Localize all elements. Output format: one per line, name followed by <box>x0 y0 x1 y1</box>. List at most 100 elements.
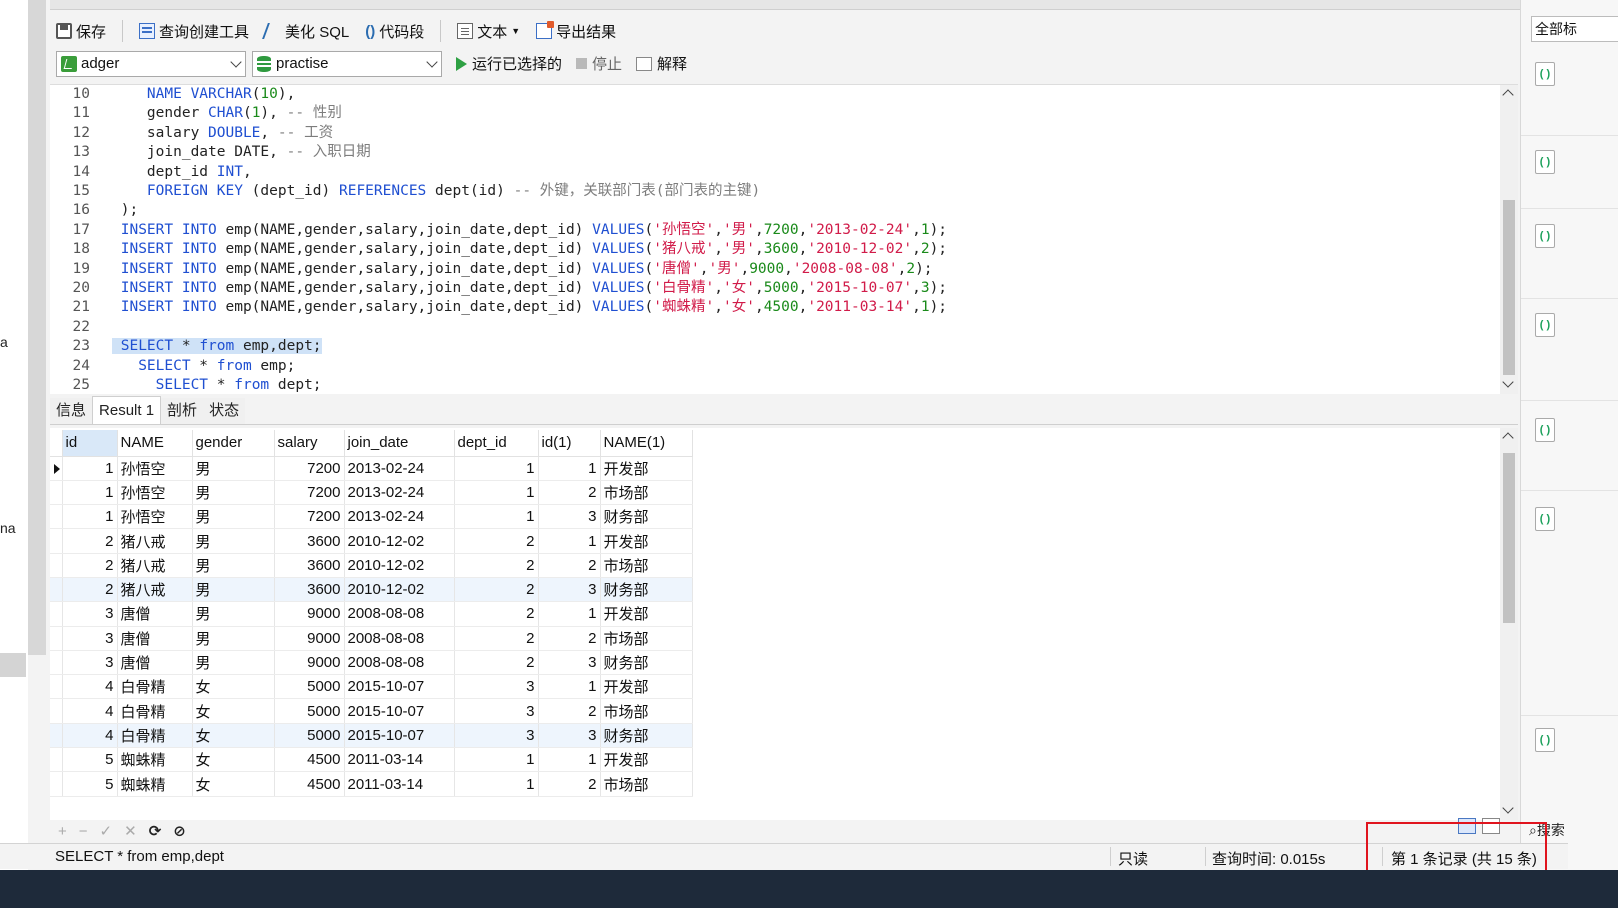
table-cell[interactable]: 2008-08-08 <box>344 650 455 676</box>
code-line[interactable]: 12 salary DOUBLE, -- 工资 <box>50 124 1500 143</box>
table-cell[interactable]: 5000 <box>274 723 345 749</box>
table-cell[interactable]: 唐僧 <box>117 626 193 651</box>
code-line[interactable]: 25 SELECT * from dept; <box>50 376 1500 394</box>
row-marker[interactable] <box>50 456 63 481</box>
table-cell[interactable]: 5 <box>62 747 118 773</box>
table-cell[interactable]: 5 <box>62 771 118 797</box>
table-cell[interactable]: 1 <box>454 771 539 797</box>
table-cell[interactable]: 2008-08-08 <box>344 626 455 651</box>
table-row[interactable]: 3 唐僧男 9000 2008-08-08 2 2 市场部 <box>50 626 693 651</box>
table-cell[interactable]: 财务部 <box>600 723 693 749</box>
stop-button[interactable]: 停止 <box>576 53 622 74</box>
table-cell[interactable]: 白骨精 <box>117 674 193 700</box>
table-cell[interactable]: 2 <box>454 528 539 554</box>
table-cell[interactable]: 7200 <box>274 480 345 506</box>
text-dropdown-caret-icon[interactable]: ▼ <box>511 26 520 36</box>
table-cell[interactable]: 女 <box>192 771 275 797</box>
row-marker[interactable] <box>50 504 63 530</box>
table-cell[interactable]: 孙悟空 <box>117 480 193 506</box>
table-cell[interactable]: 白骨精 <box>117 723 193 749</box>
snippet-icon[interactable]: ( ) <box>1535 507 1555 531</box>
table-cell[interactable]: 2015-10-07 <box>344 723 455 749</box>
table-cell[interactable]: 3 <box>454 723 539 749</box>
code-line[interactable]: 11 gender CHAR(1), -- 性别 <box>50 104 1500 123</box>
table-row[interactable]: 2 猪八戒男 3600 2010-12-02 2 3 财务部 <box>50 577 693 603</box>
discard-icon[interactable]: ✕ <box>124 822 137 840</box>
run-selected-button[interactable]: 运行已选择的 <box>456 53 562 74</box>
table-cell[interactable]: 唐僧 <box>117 601 193 627</box>
table-cell[interactable]: 2 <box>454 626 539 651</box>
table-cell[interactable]: 财务部 <box>600 577 693 603</box>
table-cell[interactable]: 3 <box>62 626 118 651</box>
table-cell[interactable]: 市场部 <box>600 771 693 797</box>
snippet-icon[interactable]: ( ) <box>1535 728 1555 752</box>
snippet-icon[interactable]: ( ) <box>1535 224 1555 248</box>
table-cell[interactable]: 3600 <box>274 577 345 603</box>
connection-select[interactable]: adger <box>56 50 246 77</box>
table-cell[interactable]: 2015-10-07 <box>344 698 455 724</box>
table-cell[interactable]: 女 <box>192 674 275 700</box>
table-cell[interactable]: 男 <box>192 601 275 627</box>
table-cell[interactable]: 男 <box>192 626 275 651</box>
table-cell[interactable]: 2011-03-14 <box>344 747 455 773</box>
table-cell[interactable]: 财务部 <box>600 504 693 530</box>
table-cell[interactable]: 1 <box>538 747 601 773</box>
database-select[interactable]: practise <box>252 50 442 77</box>
row-marker[interactable] <box>50 577 63 603</box>
code-line[interactable]: 18 INSERT INTO emp(NAME,gender,salary,jo… <box>50 240 1500 259</box>
scroll-down-icon[interactable] <box>1502 376 1514 388</box>
table-cell[interactable]: 4 <box>62 674 118 700</box>
row-marker[interactable] <box>50 747 63 773</box>
table-cell[interactable]: 3600 <box>274 528 345 554</box>
table-cell[interactable]: 2 <box>538 480 601 506</box>
table-row[interactable]: 4 白骨精女 5000 2015-10-07 3 2 市场部 <box>50 698 693 724</box>
code-line[interactable]: 20 INSERT INTO emp(NAME,gender,salary,jo… <box>50 279 1500 298</box>
table-cell[interactable]: 女 <box>192 747 275 773</box>
left-panel-scrollbar[interactable] <box>28 0 46 655</box>
column-header[interactable]: id(1) <box>538 430 601 457</box>
right-panel-filter[interactable]: 全部标 <box>1531 16 1618 42</box>
table-cell[interactable]: 男 <box>192 504 275 530</box>
snippet-icon[interactable]: ( ) <box>1535 150 1555 174</box>
table-cell[interactable]: 男 <box>192 456 275 481</box>
table-cell[interactable]: 1 <box>454 504 539 530</box>
column-header[interactable]: gender <box>192 430 275 457</box>
table-cell[interactable]: 2 <box>538 553 601 578</box>
scroll-down-icon[interactable] <box>1502 802 1514 814</box>
table-cell[interactable]: 开发部 <box>600 601 693 627</box>
table-cell[interactable]: 市场部 <box>600 626 693 651</box>
table-cell[interactable]: 开发部 <box>600 456 693 481</box>
table-cell[interactable]: 3 <box>454 698 539 724</box>
table-cell[interactable]: 蜘蛛精 <box>117 747 193 773</box>
table-cell[interactable]: 猪八戒 <box>117 577 193 603</box>
export-button[interactable]: 导出结果 <box>536 21 616 42</box>
table-cell[interactable]: 4 <box>62 723 118 749</box>
table-cell[interactable]: 男 <box>192 577 275 603</box>
refresh-icon[interactable]: ⟳ <box>149 822 162 840</box>
table-cell[interactable]: 1 <box>454 480 539 506</box>
table-cell[interactable]: 9000 <box>274 626 345 651</box>
code-line[interactable]: 24 SELECT * from emp; <box>50 357 1500 376</box>
column-header[interactable]: NAME(1) <box>600 430 693 457</box>
code-line[interactable]: 13 join_date DATE, -- 入职日期 <box>50 143 1500 162</box>
table-row[interactable]: 4 白骨精女 5000 2015-10-07 3 1 开发部 <box>50 674 693 700</box>
table-cell[interactable]: 开发部 <box>600 528 693 554</box>
table-cell[interactable]: 市场部 <box>600 480 693 506</box>
column-header[interactable]: dept_id <box>454 430 539 457</box>
table-cell[interactable]: 2 <box>538 698 601 724</box>
query-builder-button[interactable]: 查询创建工具 <box>139 21 249 42</box>
scrollbar-thumb[interactable] <box>1503 453 1515 623</box>
table-row[interactable]: 5 蜘蛛精女 4500 2011-03-14 1 2 市场部 <box>50 771 693 797</box>
text-button[interactable]: 文本 ▼ <box>457 21 520 42</box>
code-line[interactable]: 23 SELECT * from emp,dept; <box>50 337 1500 356</box>
table-cell[interactable]: 1 <box>62 480 118 506</box>
table-cell[interactable]: 1 <box>538 528 601 554</box>
table-cell[interactable]: 蜘蛛精 <box>117 771 193 797</box>
table-row[interactable]: 3 唐僧男 9000 2008-08-08 2 1 开发部 <box>50 601 693 627</box>
apply-icon[interactable]: ✓ <box>100 822 113 840</box>
row-marker[interactable] <box>50 553 63 578</box>
table-cell[interactable]: 5000 <box>274 674 345 700</box>
table-cell[interactable]: 2 <box>454 601 539 627</box>
result-tab[interactable]: 状态 <box>203 398 246 424</box>
row-marker[interactable] <box>50 601 63 627</box>
